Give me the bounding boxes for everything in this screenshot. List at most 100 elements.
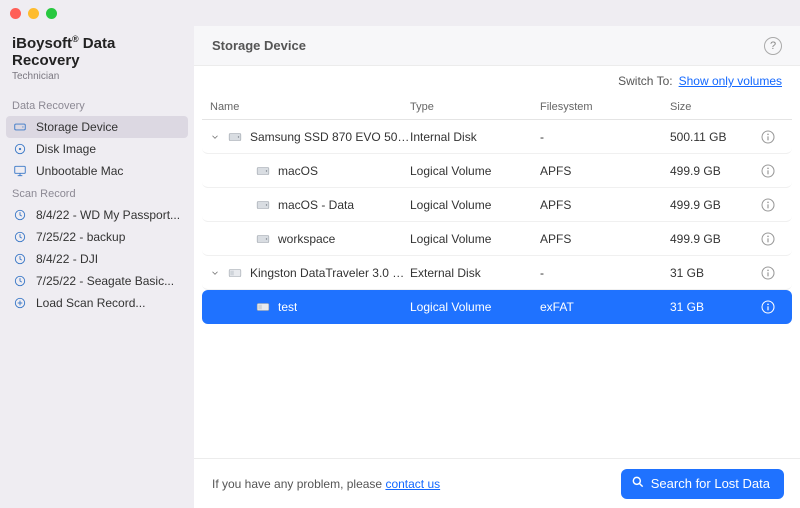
switch-label: Switch To: xyxy=(618,74,672,88)
sidebar-item-label: 7/25/22 - Seagate Basic... xyxy=(36,274,182,288)
footer-text: If you have any problem, please contact … xyxy=(212,477,440,491)
fullscreen-window-button[interactable] xyxy=(46,8,57,19)
traffic-lights xyxy=(10,8,57,19)
cell-filesystem: - xyxy=(540,130,670,144)
table-row[interactable]: workspace Logical Volume APFS 499.9 GB xyxy=(202,222,792,256)
cell-size: 31 GB xyxy=(670,266,760,280)
sidebar-item-label: Disk Image xyxy=(36,142,182,156)
sidebar-item-label: 8/4/22 - WD My Passport... xyxy=(36,208,182,222)
main-header: Storage Device ? xyxy=(194,26,800,66)
sidebar-item[interactable]: 8/4/22 - WD My Passport... xyxy=(6,204,188,226)
cell-size: 500.11 GB xyxy=(670,130,760,144)
hdd-icon xyxy=(226,130,244,144)
table-row[interactable]: Samsung SSD 870 EVO 500GB... Internal Di… xyxy=(202,120,792,154)
sidebar-item[interactable]: Storage Device xyxy=(6,116,188,138)
cell-filesystem: APFS xyxy=(540,198,670,212)
drive-icon xyxy=(12,119,28,135)
table-row[interactable]: macOS Logical Volume APFS 499.9 GB xyxy=(202,154,792,188)
sidebar-item[interactable]: 7/25/22 - Seagate Basic... xyxy=(6,270,188,292)
cell-filesystem: APFS xyxy=(540,232,670,246)
clock-icon xyxy=(12,207,28,223)
chevron-down-icon[interactable] xyxy=(210,132,220,142)
col-size[interactable]: Size xyxy=(670,101,760,113)
cell-type: Internal Disk xyxy=(410,130,540,144)
hdd-icon xyxy=(254,198,272,212)
sidebar-item[interactable]: Unbootable Mac xyxy=(6,160,188,182)
sidebar: iBoysoft® Data Recovery Technician Data … xyxy=(0,26,194,508)
window-titlebar xyxy=(0,0,800,26)
minimize-window-button[interactable] xyxy=(28,8,39,19)
sidebar-item[interactable]: Disk Image xyxy=(6,138,188,160)
sidebar-item-label: Unbootable Mac xyxy=(36,164,182,178)
info-icon[interactable] xyxy=(760,163,776,179)
search-icon xyxy=(631,475,645,492)
cell-name: macOS xyxy=(210,164,410,178)
disk-image-icon xyxy=(12,141,28,157)
table-row[interactable]: Kingston DataTraveler 3.0 Media External… xyxy=(202,256,792,290)
sidebar-item[interactable]: 8/4/22 - DJI xyxy=(6,248,188,270)
cell-name: macOS - Data xyxy=(210,198,410,212)
row-name: macOS xyxy=(278,164,318,178)
row-name: test xyxy=(278,300,297,314)
monitor-icon xyxy=(12,163,28,179)
table-row[interactable]: macOS - Data Logical Volume APFS 499.9 G… xyxy=(202,188,792,222)
subheader: Switch To: Show only volumes xyxy=(194,66,800,94)
cell-type: External Disk xyxy=(410,266,540,280)
cell-name: test xyxy=(210,300,410,314)
sidebar-section-label: Data Recovery xyxy=(0,94,194,116)
switch-link[interactable]: Show only volumes xyxy=(679,74,782,88)
sidebar-section-label: Scan Record xyxy=(0,182,194,204)
chevron-down-icon[interactable] xyxy=(210,268,220,278)
cell-filesystem: - xyxy=(540,266,670,280)
row-name: workspace xyxy=(278,232,335,246)
cell-size: 31 GB xyxy=(670,300,760,314)
table-header: Name Type Filesystem Size xyxy=(202,94,792,120)
brand-subtitle: Technician xyxy=(0,71,194,94)
contact-link[interactable]: contact us xyxy=(385,477,440,491)
cell-type: Logical Volume xyxy=(410,198,540,212)
col-filesystem[interactable]: Filesystem xyxy=(540,101,670,113)
brand-title: iBoysoft® Data Recovery xyxy=(0,28,194,71)
hdd-icon xyxy=(254,164,272,178)
cell-type: Logical Volume xyxy=(410,300,540,314)
main-panel: Storage Device ? Switch To: Show only vo… xyxy=(194,26,800,508)
col-type[interactable]: Type xyxy=(410,101,540,113)
info-icon[interactable] xyxy=(760,197,776,213)
cell-name: workspace xyxy=(210,232,410,246)
sidebar-item-label: Load Scan Record... xyxy=(36,296,182,310)
col-name[interactable]: Name xyxy=(210,101,410,113)
page-title: Storage Device xyxy=(212,38,306,53)
cell-size: 499.9 GB xyxy=(670,198,760,212)
footer: If you have any problem, please contact … xyxy=(194,458,800,508)
clock-icon xyxy=(12,229,28,245)
sidebar-item-label: 8/4/22 - DJI xyxy=(36,252,182,266)
cell-name: Samsung SSD 870 EVO 500GB... xyxy=(210,130,410,144)
clock-icon xyxy=(12,251,28,267)
close-window-button[interactable] xyxy=(10,8,21,19)
row-name: Kingston DataTraveler 3.0 Media xyxy=(250,266,410,280)
device-table: Name Type Filesystem Size Samsung SSD 87… xyxy=(194,94,800,458)
info-icon[interactable] xyxy=(760,231,776,247)
cell-filesystem: APFS xyxy=(540,164,670,178)
cell-size: 499.9 GB xyxy=(670,164,760,178)
sidebar-item[interactable]: Load Scan Record... xyxy=(6,292,188,314)
cell-type: Logical Volume xyxy=(410,164,540,178)
sidebar-item-label: Storage Device xyxy=(36,120,182,134)
search-for-lost-data-button[interactable]: Search for Lost Data xyxy=(621,469,784,499)
sidebar-item[interactable]: 7/25/22 - backup xyxy=(6,226,188,248)
info-icon[interactable] xyxy=(760,129,776,145)
row-name: macOS - Data xyxy=(278,198,354,212)
info-icon[interactable] xyxy=(760,265,776,281)
cell-filesystem: exFAT xyxy=(540,300,670,314)
help-button[interactable]: ? xyxy=(764,37,782,55)
hdd-icon xyxy=(254,232,272,246)
info-icon[interactable] xyxy=(760,299,776,315)
plus-icon xyxy=(12,295,28,311)
cell-size: 499.9 GB xyxy=(670,232,760,246)
table-row[interactable]: test Logical Volume exFAT 31 GB xyxy=(202,290,792,324)
ext-icon xyxy=(226,266,244,280)
sidebar-item-label: 7/25/22 - backup xyxy=(36,230,182,244)
row-name: Samsung SSD 870 EVO 500GB... xyxy=(250,130,410,144)
cell-type: Logical Volume xyxy=(410,232,540,246)
clock-icon xyxy=(12,273,28,289)
